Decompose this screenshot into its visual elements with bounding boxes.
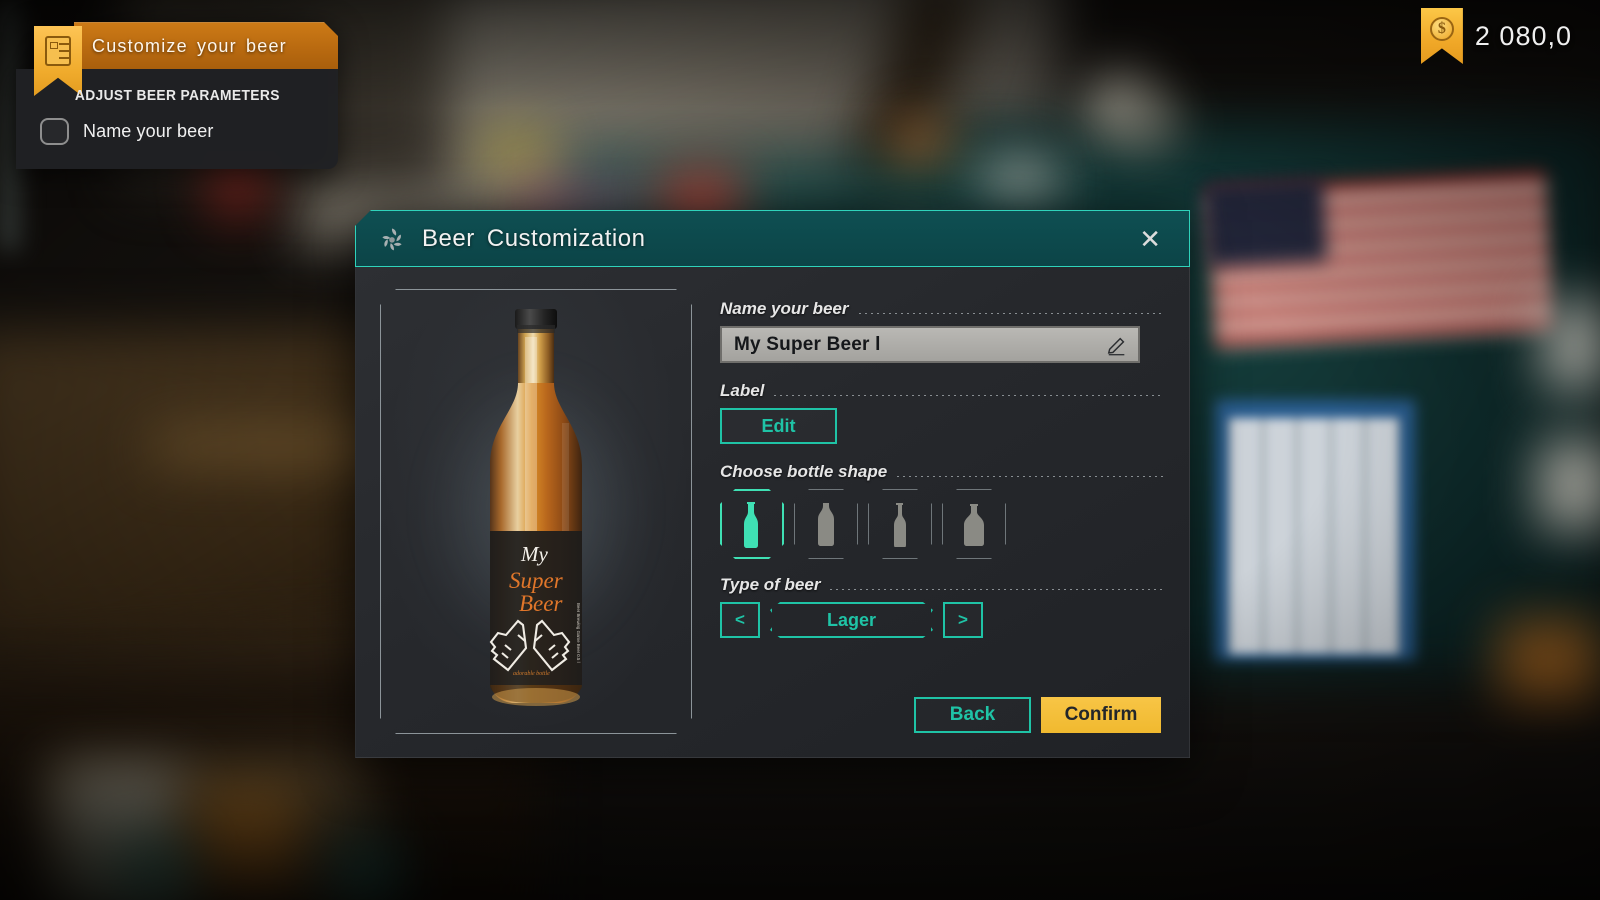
bottle-shape-option-standard[interactable] — [794, 489, 858, 559]
beer-type-next-button[interactable]: > — [943, 602, 983, 638]
dotted-leader — [828, 578, 1163, 590]
bg-poster-d — [330, 840, 400, 900]
label-footer-text: adorable bottle — [513, 671, 550, 677]
us-flag-canton — [1202, 176, 1328, 268]
shape-frame — [942, 489, 1006, 559]
bg-yellow-sign — [480, 130, 550, 170]
label-field-header: Label — [720, 381, 1163, 401]
dollar-coin-icon: $ — [1429, 17, 1454, 41]
bottle-preview-panel: My Super Beer adorable bottle Beer Brewi… — [380, 289, 692, 734]
label-line-1: My — [520, 542, 548, 566]
bottle-shape-option-long-neck[interactable] — [720, 489, 784, 559]
tutorial-task: Name your beer — [16, 104, 338, 145]
edit-label-button[interactable]: Edit — [720, 408, 837, 444]
bg-wall-note-1 — [1545, 300, 1600, 390]
beer-name-input[interactable]: My Super Beer l — [720, 326, 1140, 363]
bottle-shape-options — [720, 489, 1163, 559]
task-checkbox[interactable] — [40, 118, 69, 145]
task-label: Name your beer — [83, 121, 214, 141]
tutorial-body: ADJUST BEER PARAMETERS Name your beer — [16, 69, 338, 169]
checklist-glyph — [45, 36, 71, 66]
dialog-footer: Back Confirm — [720, 697, 1163, 733]
tutorial-section-header: ADJUST BEER PARAMETERS — [74, 87, 280, 104]
beer-bottle-render: My Super Beer adorable bottle Beer Brewi… — [461, 303, 611, 715]
beer-type-value-pill[interactable]: Lager — [770, 602, 933, 638]
bg-poster-b — [190, 790, 300, 890]
type-field-header: Type of beer — [720, 575, 1163, 595]
name-field-label: Name your beer — [720, 299, 849, 318]
shape-frame — [720, 489, 784, 559]
bg-wall-note-2 — [1540, 440, 1600, 530]
label-side-text: Beer Brewing Game Beer 0.5 l — [576, 603, 581, 663]
bg-poster-c — [120, 840, 190, 900]
hop-cone-icon — [382, 228, 402, 250]
shape-field-header: Choose bottle shape — [720, 462, 1163, 482]
tutorial-title: Customize your beer — [92, 35, 287, 56]
dotted-leader — [856, 302, 1163, 314]
label-field-label: Label — [720, 381, 765, 400]
dialog-titlebar: Beer Customization ✕ — [355, 210, 1190, 267]
customization-controls: Name your beer My Super Beer l Label Edi… — [720, 289, 1163, 733]
money-amount: 2 080,0 — [1474, 20, 1572, 51]
beer-type-value: Lager — [826, 609, 877, 630]
beer-type-stepper: < Lager > — [720, 602, 1163, 638]
label-line-2: Super — [509, 568, 564, 593]
dialog-title: Beer Customization — [422, 224, 646, 252]
bg-orange-object — [1500, 620, 1600, 700]
tutorial-header: Customize your beer — [74, 22, 338, 69]
shape-field-label: Choose bottle shape — [720, 462, 888, 481]
type-field-label: Type of beer — [720, 575, 821, 594]
bottle-shape-option-slim[interactable] — [868, 489, 932, 559]
beer-customization-dialog: Beer Customization ✕ My Super Beer adora… — [355, 210, 1190, 758]
currency-hud: $ 2 080,0 — [1420, 8, 1572, 64]
back-button[interactable]: Back — [914, 697, 1031, 733]
label-line-3: Beer — [519, 591, 563, 616]
confirm-button[interactable]: Confirm — [1041, 697, 1161, 733]
ribbon-bookmark-icon: $ — [1420, 8, 1463, 64]
name-field-header: Name your beer — [720, 299, 1163, 319]
dotted-leader — [772, 384, 1163, 396]
dialog-body: My Super Beer adorable bottle Beer Brewi… — [355, 267, 1190, 758]
beer-name-value: My Super Beer l — [734, 333, 881, 355]
beer-type-prev-button[interactable]: < — [720, 602, 760, 638]
bg-orange-sign — [890, 120, 950, 160]
pencil-icon[interactable] — [1106, 335, 1128, 357]
bg-hanging-lamp-2 — [1130, 100, 1176, 146]
bg-board-grid — [1228, 418, 1400, 654]
bg-white-sign — [980, 160, 1060, 194]
tutorial-popup: Customize your beer ADJUST BEER PARAMETE… — [16, 22, 338, 169]
shape-frame — [868, 489, 932, 559]
dotted-leader — [895, 465, 1163, 477]
shape-frame — [794, 489, 858, 559]
bottle-svg: My Super Beer adorable bottle Beer Brewi… — [489, 309, 582, 706]
close-icon[interactable]: ✕ — [1131, 222, 1169, 256]
bottle-shape-option-stubby[interactable] — [942, 489, 1006, 559]
